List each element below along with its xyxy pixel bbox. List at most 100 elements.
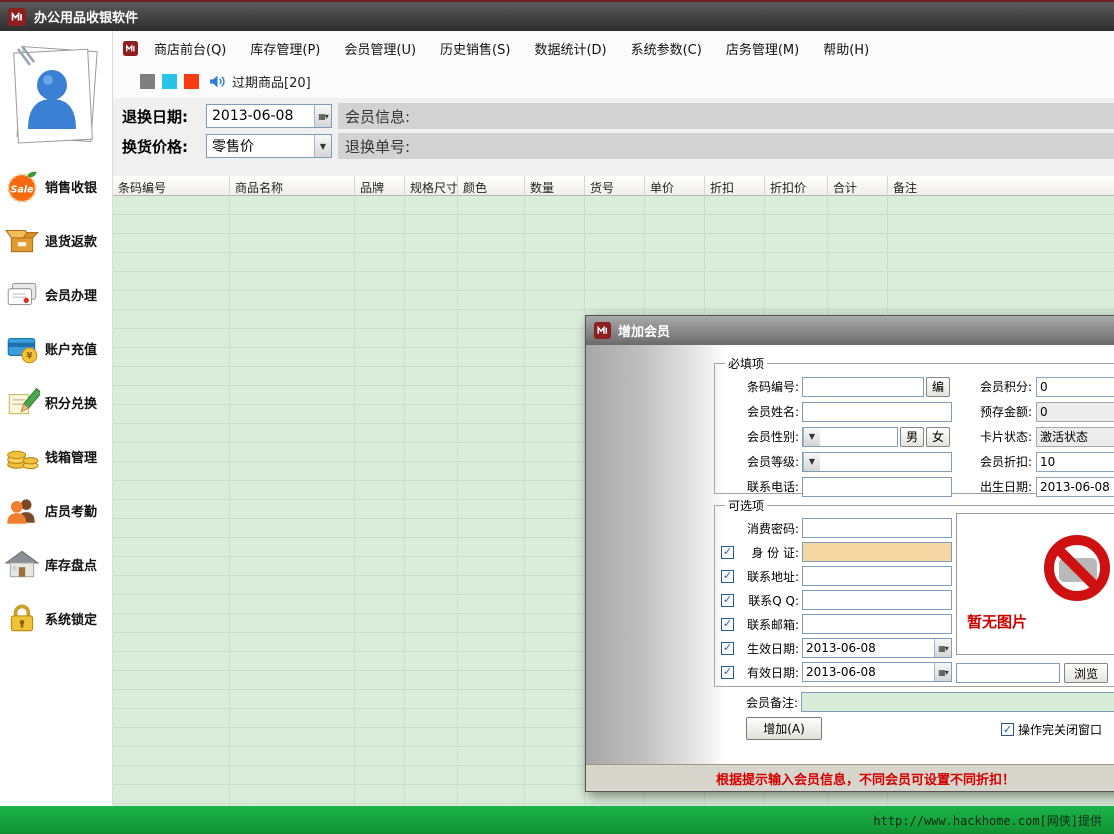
dropdown-arrow-icon[interactable] <box>803 453 820 471</box>
password-input[interactable] <box>802 518 952 538</box>
lock-icon <box>4 600 40 636</box>
footer-bar: http://www.hackhome.com[网侠]提供 <box>0 806 1114 834</box>
menu-history-sales[interactable]: 历史销售(S) <box>432 37 518 60</box>
title-bar[interactable]: 办公用品收银软件 <box>0 0 1114 31</box>
member-info-bar: 会员信息: <box>338 103 1114 129</box>
valid-date-checkbox[interactable] <box>721 666 734 679</box>
sidebar-item-return-refund[interactable]: 退货返款 <box>0 213 112 267</box>
address-input[interactable] <box>802 566 952 586</box>
menu-data-statistics[interactable]: 数据统计(D) <box>526 37 614 60</box>
member-name-input[interactable] <box>802 402 952 422</box>
staff-icon <box>4 492 40 528</box>
return-date-row: 退换日期: 2013-06-08 会员信息: <box>113 103 1114 129</box>
table-column <box>525 196 585 806</box>
return-date-value: 2013-06-08 <box>207 108 314 124</box>
expired-goods-notice[interactable]: 过期商品[20] <box>232 72 311 91</box>
close-after-checkbox[interactable] <box>1001 723 1014 736</box>
add-member-button[interactable]: 增加(A) <box>746 717 822 740</box>
coins-icon <box>4 438 40 474</box>
sale-icon: Sale <box>4 168 40 204</box>
sidebar-item-label: 钱箱管理 <box>45 447 97 466</box>
edit-barcode-button[interactable]: 编 <box>926 377 950 397</box>
sidebar-item-cashbox-management[interactable]: 钱箱管理 <box>0 429 112 483</box>
member-discount-label: 会员折扣: <box>960 453 1032 470</box>
column-header: 折扣价 <box>765 176 828 196</box>
column-header: 折扣 <box>705 176 765 196</box>
sidebar-item-system-lock[interactable]: 系统锁定 <box>0 591 112 645</box>
menu-app-icon <box>123 41 138 56</box>
dialog-icon <box>594 322 611 339</box>
no-image-text: 暂无图片 <box>967 611 1027 632</box>
email-checkbox[interactable] <box>721 618 734 631</box>
valid-date-input[interactable]: 2013-06-08 <box>802 662 952 682</box>
menu-inventory-management[interactable]: 库存管理(P) <box>242 37 328 60</box>
required-group: 必填项 条码编号: 编 会员积分: 0 会员姓名: 预存金额: 0 <box>714 355 1114 494</box>
gender-row: 会员性别: 男 女 卡片状态: 激活状态 <box>721 424 1114 449</box>
dropdown-arrow-icon[interactable] <box>803 428 820 446</box>
birthday-input[interactable]: 2013-06-08 <box>1036 477 1114 497</box>
phone-input[interactable] <box>802 477 952 497</box>
effective-date-input[interactable]: 2013-06-08 <box>802 638 952 658</box>
member-name-row: 会员姓名: 预存金额: 0 <box>721 399 1114 424</box>
status-toolbar: 过期商品[20] <box>113 65 1114 98</box>
male-button[interactable]: 男 <box>900 427 924 447</box>
exchange-price-label: 换货价格: <box>113 136 206 157</box>
card-status-input[interactable]: 激活状态 <box>1036 427 1114 447</box>
photo-path-input[interactable] <box>956 663 1060 683</box>
column-header: 货号 <box>585 176 645 196</box>
sidebar-item-member-service[interactable]: 会员办理 <box>0 267 112 321</box>
menu-store-admin[interactable]: 店务管理(M) <box>718 37 807 60</box>
return-date-input[interactable]: 2013-06-08 <box>206 104 332 128</box>
menu-help[interactable]: 帮助(H) <box>815 37 877 60</box>
menu-store-front[interactable]: 商店前台(Q) <box>146 37 234 60</box>
effective-date-value: 2013-06-08 <box>803 641 934 655</box>
qq-checkbox[interactable] <box>721 594 734 607</box>
exchange-price-row: 换货价格: 零售价 退换单号: <box>113 133 1114 159</box>
qq-input[interactable] <box>802 590 952 610</box>
member-level-label: 会员等级: <box>721 453 799 470</box>
sidebar-item-inventory-check[interactable]: 库存盘点 <box>0 537 112 591</box>
barcode-input[interactable] <box>802 377 924 397</box>
dialog-status-text: 根据提示输入会员信息，不同会员可设置不同折扣！ <box>716 769 1015 788</box>
sidebar-item-label: 会员办理 <box>45 285 97 304</box>
birthday-label: 出生日期: <box>960 478 1032 495</box>
female-button[interactable]: 女 <box>926 427 950 447</box>
sidebar-item-account-recharge[interactable]: ¥ 账户充值 <box>0 321 112 375</box>
sidebar-item-sales-cashier[interactable]: Sale 销售收银 <box>0 159 112 213</box>
close-after-operation[interactable]: 操作完关闭窗口 <box>1001 721 1102 738</box>
recharge-icon-text: ¥ <box>26 351 32 361</box>
member-points-input[interactable]: 0 <box>1036 377 1114 397</box>
member-points-label: 会员积分: <box>960 378 1032 395</box>
column-header: 规格尺寸 <box>405 176 458 196</box>
address-checkbox[interactable] <box>721 570 734 583</box>
calendar-dropdown-icon[interactable] <box>934 663 951 681</box>
photo-browse-row: 浏览 <box>956 663 1108 683</box>
dialog-title-bar[interactable]: 增加会员 <box>586 316 1114 345</box>
column-header: 单价 <box>645 176 705 196</box>
sidebar-item-points-exchange[interactable]: 积分兑换 <box>0 375 112 429</box>
gender-select[interactable] <box>802 427 898 447</box>
password-label: 消费密码: <box>738 520 799 537</box>
idcard-input[interactable] <box>802 542 952 562</box>
member-level-select[interactable] <box>802 452 952 472</box>
sidebar-item-label: 退货返款 <box>45 231 97 250</box>
email-input[interactable] <box>802 614 952 634</box>
menu-system-parameters[interactable]: 系统参数(C) <box>623 37 710 60</box>
calendar-dropdown-icon[interactable] <box>314 105 331 127</box>
idcard-checkbox[interactable] <box>721 546 734 559</box>
sidebar-item-staff-attendance[interactable]: 店员考勤 <box>0 483 112 537</box>
effective-date-checkbox[interactable] <box>721 642 734 655</box>
phone-label: 联系电话: <box>721 478 799 495</box>
exchange-price-select[interactable]: 零售价 <box>206 134 332 158</box>
table-column <box>113 196 230 806</box>
sidebar-item-label: 账户充值 <box>45 339 97 358</box>
optional-legend: 可选项 <box>725 497 767 514</box>
browse-button[interactable]: 浏览 <box>1064 663 1108 683</box>
legend-red-square <box>184 74 199 89</box>
prestore-amount-input[interactable]: 0 <box>1036 402 1114 422</box>
member-discount-input[interactable]: 10 <box>1036 452 1114 472</box>
dropdown-arrow-icon[interactable] <box>314 135 331 157</box>
calendar-dropdown-icon[interactable] <box>934 639 951 657</box>
menu-member-management[interactable]: 会员管理(U) <box>336 37 424 60</box>
remark-input[interactable] <box>801 692 1114 712</box>
